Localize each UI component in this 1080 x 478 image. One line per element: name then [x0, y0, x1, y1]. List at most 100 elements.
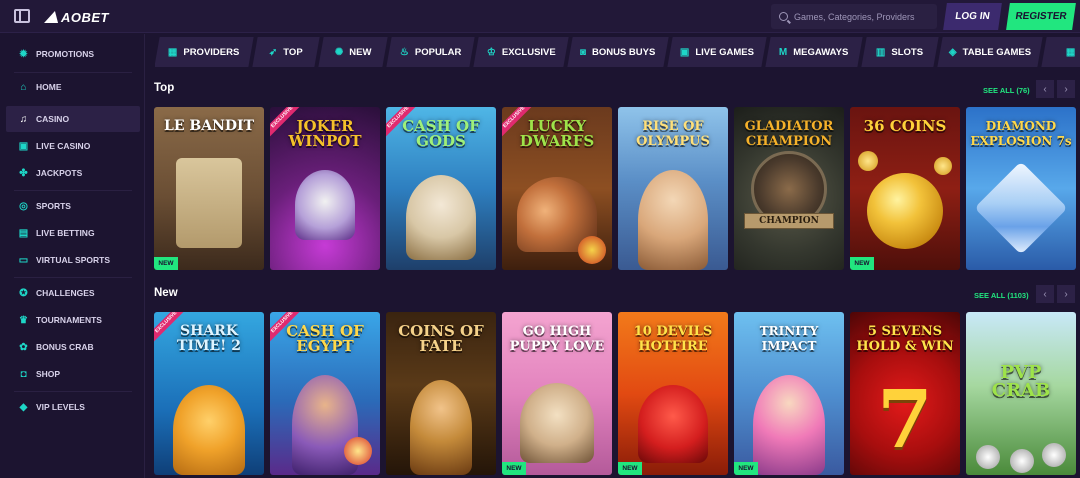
category-live-games[interactable]: ▣ LIVE GAMES [667, 37, 767, 67]
sidebar-item-virtual-sports[interactable]: ▭ VIRTUAL SPORTS [6, 247, 140, 273]
sidebar-item-challenges[interactable]: ✪ CHALLENGES [6, 280, 140, 306]
sidebar-item-tournaments[interactable]: ♛ TOURNAMENTS [6, 307, 140, 333]
sidebar-item-live-casino[interactable]: ▣ LIVE CASINO [6, 133, 140, 159]
category-bonus-buys[interactable]: ◙ BONUS BUYS [567, 37, 669, 67]
sidebar-item-jackpots[interactable]: ✤ JACKPOTS [6, 160, 140, 186]
zeus-character-art [406, 175, 476, 260]
game-tile[interactable]: LUCKY DWARFS EXCLUSIVE [502, 107, 612, 270]
game-tile[interactable]: DIAMOND EXPLOSION 7s [966, 107, 1076, 270]
category-megaways[interactable]: M MEGAWAYS [765, 37, 863, 67]
sidebar-item-bonus-crab[interactable]: ✿ BONUS CRAB [6, 334, 140, 360]
game-tile[interactable]: GO HIGH PUPPY LOVE NEW [502, 312, 612, 475]
game-tile[interactable]: PVP CRAB [966, 312, 1076, 475]
category-label: LIVE GAMES [695, 46, 755, 58]
music-note-icon: ♫ [19, 113, 28, 125]
register-button[interactable]: REGISTER [1006, 3, 1076, 30]
prev-arrow-icon[interactable]: ‹ [1036, 285, 1054, 303]
game-title: CASH OF EGYPT [286, 322, 364, 355]
clover-icon: ✤ [19, 167, 28, 179]
game-title: TRINITY IMPACT [759, 324, 819, 353]
logo[interactable]: AOBET [44, 8, 109, 26]
game-tile[interactable]: 36 COINS NEW [850, 107, 960, 270]
search-input[interactable] [794, 11, 929, 22]
sidebar-divider [14, 277, 132, 278]
more-icon: ▦ [1066, 46, 1076, 58]
grid-icon: ▦ [168, 46, 178, 58]
game-tile[interactable]: SHARK TIME! 2 EXCLUSIVE [154, 312, 264, 475]
sidebar-item-shop[interactable]: ◘ SHOP [6, 361, 140, 387]
sidebar-item-label: CHALLENGES [36, 288, 95, 298]
game-title: CASH OF GODS [402, 117, 480, 150]
category-table-games[interactable]: ◈ TABLE GAMES [937, 37, 1043, 67]
rocket-icon: ➶ [269, 46, 278, 58]
flame-icon: ♨ [399, 46, 409, 58]
game-tile[interactable]: COINS OF FATE [386, 312, 496, 475]
category-slots[interactable]: ▥ SLOTS [861, 37, 939, 67]
small-coin-art [934, 157, 952, 175]
game-title: SHARK TIME! 2 [177, 323, 241, 354]
shopping-bag-icon: ◘ [20, 368, 27, 380]
game-tile[interactable]: CASH OF EGYPT EXCLUSIVE [270, 312, 380, 475]
game-tile[interactable]: LE BANDIT NEW [154, 107, 264, 270]
game-tile[interactable]: RISE OF OLYMPUS [618, 107, 728, 270]
next-arrow-icon[interactable]: › [1057, 80, 1075, 98]
top-header: AOBET LOG IN REGISTER [0, 0, 1080, 33]
sidebar-item-label: JACKPOTS [36, 168, 83, 178]
game-tile[interactable]: 10 DEVILS HOTFIRE NEW [618, 312, 728, 475]
game-title: GLADIATOR CHAMPION [744, 119, 834, 149]
sidebar-item-casino[interactable]: ♫ CASINO [6, 106, 140, 132]
ball-art [1042, 443, 1066, 467]
game-title: 36 COINS [863, 117, 947, 135]
prev-arrow-icon[interactable]: ‹ [1036, 80, 1054, 98]
game-tile[interactable]: 7 5 SEVENS HOLD & WIN [850, 312, 960, 475]
joker-character-art [295, 170, 355, 240]
see-all-top-link[interactable]: SEE ALL (76) [983, 86, 1030, 95]
sidebar: ✹ PROMOTIONS ⌂ HOME ♫ CASINO ▣ LIVE CASI… [0, 34, 145, 478]
category-providers[interactable]: ▦ PROVIDERS [155, 37, 254, 67]
sidebar-item-label: VIP LEVELS [36, 402, 85, 412]
shark-character-art [173, 385, 245, 475]
game-tile[interactable]: JOKER WINPOT EXCLUSIVE [270, 107, 380, 270]
game-tile[interactable]: CHAMPION GLADIATOR CHAMPION [734, 107, 844, 270]
bonus-coin-art [344, 437, 372, 465]
wanted-poster-art [176, 158, 242, 248]
anime-heroine-art [753, 375, 825, 475]
trophy-icon: ♛ [19, 314, 28, 326]
new-badge: NEW [154, 257, 178, 270]
game-tile[interactable]: TRINITY IMPACT NEW [734, 312, 844, 475]
game-title: 10 DEVILS HOTFIRE [633, 324, 713, 354]
category-top[interactable]: ➶ TOP [252, 37, 320, 67]
category-label: POPULAR [414, 46, 462, 58]
see-all-new-link[interactable]: SEE ALL (1103) [974, 291, 1029, 300]
sidebar-item-live-betting[interactable]: ▤ LIVE BETTING [6, 220, 140, 246]
category-exclusive[interactable]: ♔ EXCLUSIVE [473, 37, 569, 67]
category-more[interactable]: ▦ [1041, 37, 1080, 67]
sidebar-item-home[interactable]: ⌂ HOME [6, 74, 140, 100]
sidebar-item-label: CASINO [36, 114, 70, 124]
sidebar-toggle-icon[interactable] [14, 9, 30, 23]
game-title: DIAMOND EXPLOSION 7s [970, 119, 1072, 148]
sidebar-item-promotions[interactable]: ✹ PROMOTIONS [6, 41, 140, 67]
search-box[interactable] [771, 4, 937, 29]
gear-icon: ✹ [19, 48, 28, 60]
login-button[interactable]: LOG IN [943, 3, 1002, 30]
game-tile[interactable]: CASH OF GODS EXCLUSIVE [386, 107, 496, 270]
diamond-icon: ◆ [19, 401, 28, 413]
category-label: MEGAWAYS [793, 46, 849, 58]
sidebar-item-label: BONUS CRAB [36, 342, 94, 352]
olympus-god-art [638, 170, 708, 270]
sidebar-item-label: TOURNAMENTS [36, 315, 102, 325]
game-title: LUCKY DWARFS [519, 117, 595, 150]
lucky-seven-art: 7 [877, 372, 933, 466]
category-popular[interactable]: ♨ POPULAR [386, 37, 475, 67]
champion-banner: CHAMPION [744, 213, 834, 229]
game-title: PVP CRAB [991, 362, 1051, 401]
category-nav: ▦ PROVIDERS ➶ TOP ✺ NEW ♨ POPULAR ♔ EXCLUSIVE… [155, 37, 1080, 67]
screen-icon: ▭ [18, 254, 29, 266]
sidebar-item-sports[interactable]: ◎ SPORTS [6, 193, 140, 219]
next-arrow-icon[interactable]: › [1057, 285, 1075, 303]
new-badge: NEW [850, 257, 874, 270]
sidebar-item-vip-levels[interactable]: ◆ VIP LEVELS [6, 394, 140, 420]
live-tv-icon: ▤ [18, 227, 29, 239]
category-new[interactable]: ✺ NEW [318, 37, 388, 67]
